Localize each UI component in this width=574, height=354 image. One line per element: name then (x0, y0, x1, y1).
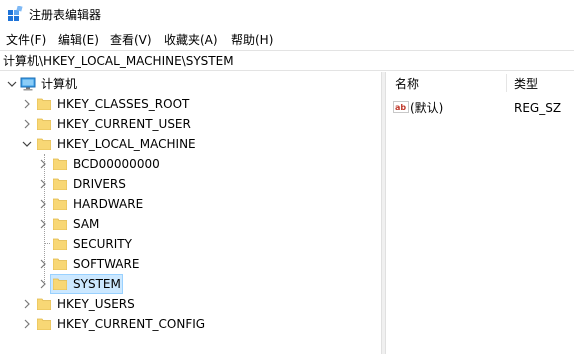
tree-node-label: HKEY_LOCAL_MACHINE (57, 137, 196, 151)
window-title: 注册表编辑器 (29, 8, 102, 22)
folder-icon (36, 298, 52, 311)
chevron-right-icon[interactable] (22, 319, 32, 329)
tree-node-label: SOFTWARE (73, 257, 140, 271)
menu-edit[interactable]: 编辑(E) (58, 32, 99, 48)
chevron-right-icon[interactable] (22, 299, 32, 309)
tree-node-bcd00000000[interactable]: BCD00000000 (0, 154, 381, 174)
column-separator[interactable] (506, 74, 507, 92)
tree-node-hkey-current-config[interactable]: HKEY_CURRENT_CONFIG (0, 314, 381, 334)
chevron-right-icon[interactable] (38, 159, 48, 169)
tree-node-hkey-classes-root[interactable]: HKEY_CLASSES_ROOT (0, 94, 381, 114)
tree-node-label: 计算机 (41, 77, 78, 91)
tree-node-system[interactable]: SYSTEM (0, 274, 381, 294)
string-value-icon: ab (393, 99, 409, 115)
folder-open-icon (36, 138, 52, 151)
chevron-right-icon[interactable] (38, 179, 48, 189)
chevron-right-icon[interactable] (22, 99, 32, 109)
column-header-name[interactable]: 名称 (395, 76, 419, 92)
chevron-right-icon[interactable] (38, 259, 48, 269)
menu-file[interactable]: 文件(F) (6, 32, 46, 48)
chevron-right-icon[interactable] (38, 199, 48, 209)
chevron-right-icon[interactable] (38, 219, 48, 229)
folder-icon (36, 98, 52, 111)
folder-icon (36, 118, 52, 131)
folder-icon (52, 238, 68, 251)
registry-editor-icon (7, 5, 23, 22)
tree-node-hkey-users[interactable]: HKEY_USERS (0, 294, 381, 314)
values-list-pane[interactable]: 名称 类型 ab (默认) REG_SZ (386, 72, 574, 354)
tree-node-label: BCD00000000 (73, 157, 160, 171)
list-row[interactable]: ab (默认) REG_SZ (386, 98, 574, 118)
tree-node-drivers[interactable]: DRIVERS (0, 174, 381, 194)
tree-node-label: SYSTEM (73, 277, 121, 291)
menu-view[interactable]: 查看(V) (110, 32, 152, 48)
address-bar[interactable]: 计算机\HKEY_LOCAL_MACHINE\SYSTEM (0, 50, 574, 71)
title-bar: 注册表编辑器 (0, 0, 574, 30)
folder-icon (52, 198, 68, 211)
folder-icon (52, 218, 68, 231)
tree-node-sam[interactable]: SAM (0, 214, 381, 234)
folder-icon (52, 178, 68, 191)
folder-icon (52, 258, 68, 271)
address-path[interactable]: 计算机\HKEY_LOCAL_MACHINE\SYSTEM (3, 53, 234, 69)
menu-favorites[interactable]: 收藏夹(A) (164, 32, 218, 48)
tree-node-hardware[interactable]: HARDWARE (0, 194, 381, 214)
menu-help[interactable]: 帮助(H) (231, 32, 273, 48)
folder-icon (52, 278, 68, 291)
chevron-down-icon[interactable] (7, 79, 17, 89)
tree-node-label: HARDWARE (73, 197, 144, 211)
tree-node-computer[interactable]: 计算机 (0, 74, 381, 94)
folder-icon (52, 158, 68, 171)
tree-node-software[interactable]: SOFTWARE (0, 254, 381, 274)
tree-node-label: HKEY_CLASSES_ROOT (57, 97, 190, 111)
folder-icon (36, 318, 52, 331)
tree-node-hkey-current-user[interactable]: HKEY_CURRENT_USER (0, 114, 381, 134)
computer-icon (20, 77, 36, 91)
svg-text:ab: ab (395, 103, 406, 112)
tree-node-security[interactable]: SECURITY (0, 234, 381, 254)
tree-node-hkey-local-machine[interactable]: HKEY_LOCAL_MACHINE (0, 134, 381, 154)
tree-node-label: SAM (73, 217, 100, 231)
tree-node-label: SECURITY (73, 237, 132, 251)
value-type: REG_SZ (514, 101, 562, 115)
tree-node-label: HKEY_USERS (57, 297, 135, 311)
menu-bar: 文件(F) 编辑(E) 查看(V) 收藏夹(A) 帮助(H) (0, 30, 574, 50)
tree-node-label: HKEY_CURRENT_CONFIG (57, 317, 206, 331)
chevron-down-icon[interactable] (22, 139, 32, 149)
tree-node-label: DRIVERS (73, 177, 126, 191)
tree-node-label: HKEY_CURRENT_USER (57, 117, 191, 131)
value-name: (默认) (410, 101, 444, 115)
tree-pane[interactable]: 计算机 HKEY_CLASSES_ROOT HKEY_CURRENT_USER … (0, 72, 381, 354)
chevron-right-icon[interactable] (38, 279, 48, 289)
column-header-type[interactable]: 类型 (514, 76, 538, 92)
chevron-right-icon[interactable] (22, 119, 32, 129)
